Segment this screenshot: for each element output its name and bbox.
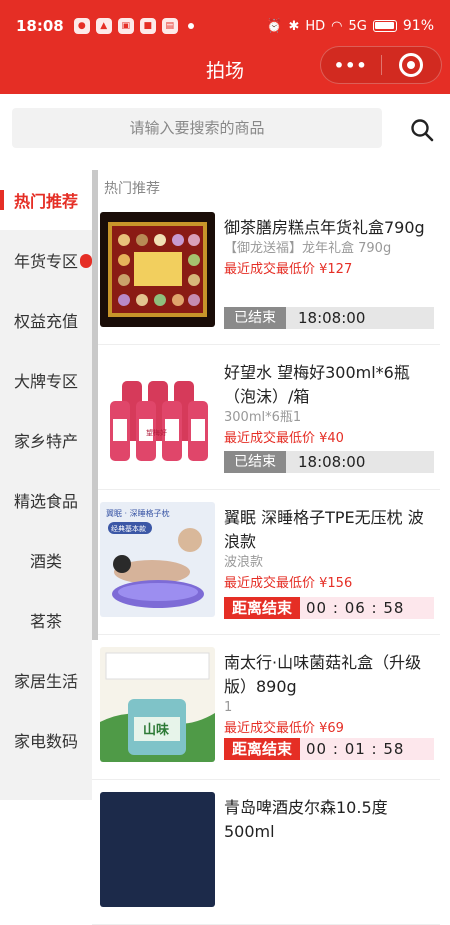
thumb-label: 山味 (143, 722, 169, 738)
sidebar-item-food[interactable]: 精选食品 (0, 470, 92, 530)
section-title: 热门推荐 (104, 181, 160, 197)
sidebar-item-label: 精选食品 (13, 492, 78, 511)
miniapp-capsule: ••• (320, 46, 442, 84)
battery-icon (372, 20, 397, 32)
app-icon: ▲ (95, 18, 112, 34)
sidebar-item-label: 酒类 (29, 552, 62, 571)
product-price: 最近成交最低价 ¥40 (224, 431, 344, 446)
scrollbar[interactable] (92, 170, 98, 640)
product-price: 最近成交最低价 ¥156 (224, 576, 353, 591)
sidebar-item-hot[interactable]: 热门推荐 (0, 170, 92, 230)
product-price: 最近成交最低价 ¥127 (224, 262, 353, 277)
product-image: 翼眠 · 深睡格子枕 经典基本款 (100, 502, 215, 617)
product-name: 御茶膳房糕点年货礼盒790g (224, 218, 425, 237)
search-row: 请输入要搜索的商品 (0, 94, 450, 170)
more-notifications-icon (187, 23, 194, 29)
sidebar-item-liquor[interactable]: 酒类 (0, 530, 92, 590)
product-image (100, 792, 215, 907)
thumb-badge: 经典基本款 (111, 524, 146, 533)
nav-bar: 拍场 ••• (0, 46, 450, 94)
end-time: 18:08:00 (298, 309, 366, 327)
search-input[interactable]: 请输入要搜索的商品 (12, 108, 382, 148)
status-bar: 18:08 ● ▲ ▣ ■ ▤ ⏰ ✱ HD ◠ 5G 91% (0, 0, 450, 52)
close-button[interactable] (381, 53, 441, 77)
sidebar-item-label: 大牌专区 (13, 372, 78, 391)
auction-status-bar: 距离结束 00 : 06 : 58 (224, 597, 434, 619)
product-card[interactable]: 望梅好 好望水 望梅好300ml*6瓶（泡沫）/箱 300ml*6瓶1 最近成交… (92, 345, 440, 490)
lantern-icon (80, 254, 92, 268)
countdown-badge: 距离结束 (224, 738, 301, 760)
product-card[interactable]: 青岛啤酒皮尔森10.5度500ml (92, 780, 440, 925)
signal-icon: 5G (348, 18, 367, 34)
product-image (100, 212, 215, 327)
bluetooth-icon: ✱ (288, 18, 300, 34)
sidebar-item-label: 家电数码 (13, 732, 78, 751)
sidebar-item-label: 家居生活 (13, 672, 78, 691)
product-spec: 【御龙送福】龙年礼盒 790g (224, 241, 392, 256)
product-card[interactable]: 翼眠 · 深睡格子枕 经典基本款 翼眠 深睡格子TPE无压枕 波浪款 波浪款 最… (92, 490, 440, 635)
product-price: 最近成交最低价 ¥69 (224, 721, 344, 736)
product-name: 翼眠 深睡格子TPE无压枕 波浪款 (224, 508, 424, 551)
sidebar-item-label: 热门推荐 (13, 192, 78, 211)
thumb-brand: 翼眠 · 深睡格子枕 (106, 508, 170, 518)
battery-level: 91% (402, 18, 434, 34)
mall-icon: ▤ (161, 18, 178, 34)
auction-status-bar: 已结束 18:08:00 (224, 307, 434, 329)
product-spec: 1 (224, 700, 233, 715)
more-button[interactable]: ••• (321, 56, 381, 75)
auction-status-bar: 已结束 18:08:00 (224, 451, 434, 473)
sidebar-item-home[interactable]: 家居生活 (0, 650, 92, 710)
news-icon: ▣ (117, 18, 134, 34)
wifi-icon: ◠ (331, 18, 343, 34)
sidebar-item-electronics[interactable]: 家电数码 (0, 710, 92, 770)
end-time: 18:08:00 (298, 453, 366, 471)
product-spec: 波浪款 (224, 555, 264, 570)
product-card[interactable]: 御茶膳房糕点年货礼盒790g 【御龙送福】龙年礼盒 790g 最近成交最低价 ¥… (92, 200, 440, 345)
hd-icon: HD (305, 18, 326, 34)
product-list-area: 热门推荐 御茶膳房糕点年货礼盒790g 【御龙送福】龙年礼盒 790g 最近成交… (92, 170, 450, 925)
sidebar-item-local[interactable]: 家乡特产 (0, 410, 92, 470)
sidebar-item-label: 茗茶 (29, 612, 62, 631)
sidebar-item-brands[interactable]: 大牌专区 (0, 350, 92, 410)
countdown-badge: 距离结束 (224, 597, 301, 619)
wechat-icon: ● (73, 18, 90, 34)
countdown-timer: 00 : 01 : 58 (306, 740, 405, 758)
sidebar-item-label: 年货专区 (13, 252, 78, 271)
close-icon (399, 53, 424, 77)
product-list: 御茶膳房糕点年货礼盒790g 【御龙送福】龙年礼盒 790g 最近成交最低价 ¥… (92, 200, 440, 925)
product-spec: 300ml*6瓶1 (224, 410, 302, 425)
product-name: 好望水 望梅好300ml*6瓶（泡沫）/箱 (224, 363, 410, 406)
status-time: 18:08 (16, 17, 64, 35)
search-icon[interactable] (410, 118, 434, 142)
status-badge: 已结束 (224, 307, 286, 329)
countdown-timer: 00 : 06 : 58 (306, 599, 405, 617)
sidebar-item-new-year[interactable]: 年货专区 (0, 230, 92, 290)
product-image: 望梅好 (100, 357, 215, 472)
auction-status-bar: 距离结束 00 : 01 : 58 (224, 738, 434, 760)
product-name: 青岛啤酒皮尔森10.5度500ml (224, 798, 388, 841)
sidebar-item-label: 权益充值 (13, 312, 78, 331)
sidebar-item-tea[interactable]: 茗茶 (0, 590, 92, 650)
category-sidebar: 热门推荐 年货专区 权益充值 大牌专区 家乡特产 精选食品 酒类 茗茶 家居生活… (0, 170, 92, 800)
product-name: 南太行·山味菌菇礼盒（升级版）890g (224, 653, 422, 696)
notification-icons: ● ▲ ▣ ■ ▤ (73, 18, 194, 34)
sidebar-item-label: 家乡特产 (13, 432, 78, 451)
status-badge: 已结束 (224, 451, 286, 473)
sidebar-item-recharge[interactable]: 权益充值 (0, 290, 92, 350)
product-image: 山味 (100, 647, 215, 762)
alarm-icon: ⏰ (266, 18, 283, 34)
bottle-label: 望梅好 (146, 428, 167, 437)
message-icon: ■ (139, 18, 156, 34)
product-card[interactable]: 山味 南太行·山味菌菇礼盒（升级版）890g 1 最近成交最低价 ¥69 距离结… (92, 635, 440, 780)
